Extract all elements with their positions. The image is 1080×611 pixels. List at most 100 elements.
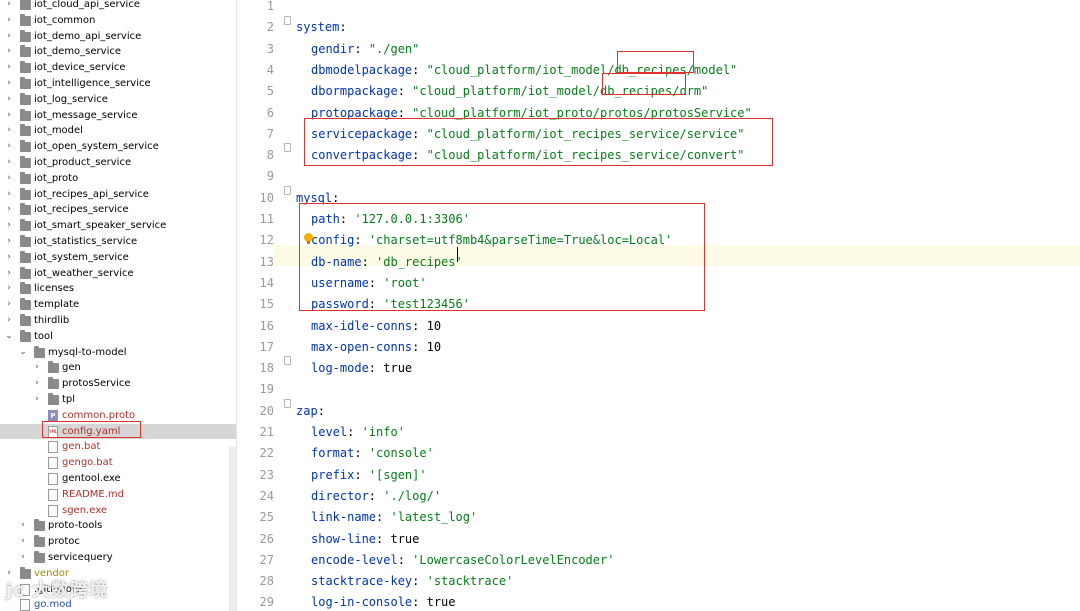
- sidebar-scrollbar[interactable]: [229, 447, 236, 611]
- chevron-right-icon[interactable]: ›: [4, 155, 14, 171]
- tree-item-iot-intelligence-service[interactable]: › iot_intelligence_service: [0, 76, 236, 92]
- tree-item-iot-statistics-service[interactable]: › iot_statistics_service: [0, 234, 236, 250]
- tree-item-iot-proto[interactable]: › iot_proto: [0, 171, 236, 187]
- tree-item-thirdlib[interactable]: › thirdlib: [0, 313, 236, 329]
- value-token: :: [354, 446, 369, 461]
- code-editor[interactable]: 1 2 system: 3 gendir: "./gen" 4 dbmodelpackage…: [237, 0, 1080, 611]
- string-token: 'info': [361, 425, 405, 439]
- code-line: zap:: [296, 404, 325, 418]
- fold-toggle-zap[interactable]: [284, 399, 291, 408]
- tree-item-gentool-exe[interactable]: gentool.exe: [0, 471, 236, 487]
- string-token: '[sgen]': [368, 467, 427, 482]
- key-token: max-idle-conns: [311, 318, 413, 333]
- chevron-right-icon[interactable]: ›: [4, 250, 14, 266]
- tree-item-protoc[interactable]: › protoc: [0, 534, 236, 550]
- folder-icon: [20, 45, 31, 58]
- key-token: encode-level: [311, 552, 398, 567]
- tree-item-gen[interactable]: › gen: [0, 360, 236, 376]
- fold-toggle-mysql[interactable]: [284, 186, 291, 195]
- code-line: level: 'info': [311, 425, 405, 439]
- folder-icon: [20, 0, 31, 10]
- tree-item-iot-device-service[interactable]: › iot_device_service: [0, 60, 236, 76]
- tree-item-iot-log-service[interactable]: › iot_log_service: [0, 92, 236, 108]
- chevron-right-icon[interactable]: ›: [4, 13, 14, 29]
- file-icon: [48, 488, 58, 501]
- chevron-right-icon[interactable]: ›: [4, 266, 14, 282]
- line-number: 23: [259, 467, 274, 482]
- tree-item-iot-demo-service[interactable]: › iot_demo_service: [0, 44, 236, 60]
- chevron-right-icon[interactable]: ›: [4, 60, 14, 76]
- chevron-right-icon[interactable]: ›: [18, 550, 28, 566]
- chevron-right-icon[interactable]: ›: [4, 29, 14, 45]
- tree-item-gengo-bat[interactable]: gengo.bat: [0, 455, 236, 471]
- tree-item-iot-common[interactable]: › iot_common: [0, 13, 236, 29]
- chevron-right-icon[interactable]: ›: [4, 76, 14, 92]
- chevron-down-icon[interactable]: ⌄: [18, 345, 28, 361]
- tree-item-licenses[interactable]: › licenses: [0, 281, 236, 297]
- tree-item-proto-tools[interactable]: › proto-tools: [0, 518, 236, 534]
- tree-item-template[interactable]: › template: [0, 297, 236, 313]
- tree-item-iot-message-service[interactable]: › iot_message_service: [0, 108, 236, 124]
- tree-item-label: licenses: [34, 283, 75, 295]
- tree-item-iot-model[interactable]: › iot_model: [0, 123, 236, 139]
- chevron-down-icon[interactable]: ⌄: [4, 329, 14, 345]
- chevron-right-icon[interactable]: ›: [32, 360, 42, 376]
- tree-item-iot-recipes-service[interactable]: › iot_recipes_service: [0, 202, 236, 218]
- chevron-right-icon[interactable]: ›: [4, 297, 14, 313]
- tree-item-iot-system-service[interactable]: › iot_system_service: [0, 250, 236, 266]
- tree-item-label: thirdlib: [34, 315, 70, 326]
- tree-item-sgen-exe[interactable]: sgen.exe: [0, 503, 236, 519]
- tree-item-label: iot_log_service: [34, 93, 108, 105]
- tree-item-readme-md[interactable]: README.md: [0, 487, 236, 503]
- tree-item-iot-recipes-api-service[interactable]: › iot_recipes_api_service: [0, 187, 236, 203]
- tree-item-tpl[interactable]: › tpl: [0, 392, 236, 408]
- tree-item-iot-cloud-api-service[interactable]: › iot_cloud_api_service: [0, 0, 236, 13]
- line-number: 28: [259, 574, 274, 589]
- tree-item-label: tool: [34, 330, 53, 342]
- fold-end-mysql[interactable]: [284, 356, 291, 365]
- fold-toggle-system[interactable]: [284, 16, 291, 25]
- tree-item-iot-demo-api-service[interactable]: › iot_demo_api_service: [0, 29, 236, 45]
- tree-item-label: iot_common: [34, 14, 96, 26]
- tree-item-iot-open-system-service[interactable]: › iot_open_system_service: [0, 139, 236, 155]
- string-token: 'console': [368, 446, 434, 461]
- tree-item-label: iot_model: [34, 125, 83, 137]
- chevron-right-icon[interactable]: ›: [4, 313, 14, 329]
- chevron-right-icon[interactable]: ›: [4, 234, 14, 250]
- chevron-right-icon[interactable]: ›: [4, 187, 14, 203]
- tree-item-label: gen: [62, 362, 81, 374]
- chevron-right-icon[interactable]: ›: [4, 281, 14, 297]
- tree-item-iot-product-service[interactable]: › iot_product_service: [0, 155, 236, 171]
- chevron-right-icon[interactable]: ›: [32, 392, 42, 408]
- line-number: 29: [259, 595, 274, 610]
- chevron-right-icon[interactable]: ›: [4, 0, 14, 13]
- chevron-right-icon[interactable]: ›: [4, 202, 14, 218]
- chevron-right-icon[interactable]: ›: [4, 218, 14, 234]
- tree-item-gen-bat[interactable]: gen.bat: [0, 439, 236, 455]
- tree-item-iot-weather-service[interactable]: › iot_weather_service: [0, 266, 236, 282]
- chevron-right-icon[interactable]: ›: [4, 108, 14, 124]
- tree-item-tool[interactable]: ⌄ tool: [0, 329, 236, 345]
- code-line: stacktrace-key: 'stacktrace': [311, 574, 513, 588]
- tree-item-mysql-to-model[interactable]: ⌄ mysql-to-model: [0, 345, 236, 361]
- tree-item-label: proto-tools: [48, 520, 103, 532]
- value-token: :: [347, 425, 362, 439]
- chevron-right-icon[interactable]: ›: [4, 171, 14, 187]
- fold-end-system[interactable]: [284, 143, 291, 152]
- tree-item-servicequery[interactable]: › servicequery: [0, 550, 236, 566]
- tree-item-label: iot_product_service: [34, 157, 132, 168]
- chevron-right-icon[interactable]: ›: [18, 518, 28, 534]
- chevron-right-icon[interactable]: ›: [4, 123, 14, 139]
- chevron-right-icon[interactable]: ›: [18, 534, 28, 550]
- chevron-right-icon[interactable]: ›: [4, 44, 14, 60]
- tree-item-protosservice[interactable]: › protosService: [0, 376, 236, 392]
- tree-item-iot-smart-speaker-service[interactable]: › iot_smart_speaker_service: [0, 218, 236, 234]
- folder-icon: [20, 61, 31, 74]
- tree-item-label: iot_weather_service: [34, 267, 134, 279]
- chevron-right-icon[interactable]: ›: [4, 92, 14, 108]
- line-number: 19: [259, 382, 274, 397]
- value-token: :: [397, 552, 413, 567]
- chevron-right-icon[interactable]: ›: [32, 376, 42, 392]
- chevron-right-icon[interactable]: ›: [4, 139, 14, 155]
- value-token: :: [354, 41, 369, 56]
